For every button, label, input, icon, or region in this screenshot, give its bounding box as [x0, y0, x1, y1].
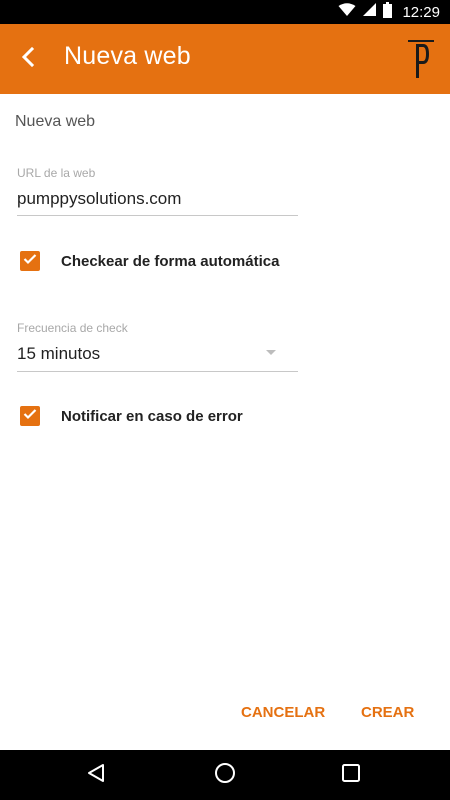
- app-title: Nueva web: [64, 42, 191, 70]
- status-icons: 12:29: [338, 0, 440, 24]
- recents-square-icon: [341, 763, 361, 788]
- battery-icon: [383, 1, 393, 23]
- nav-recents-button[interactable]: [339, 763, 363, 787]
- create-button[interactable]: CREAR: [361, 704, 414, 721]
- url-label: URL de la web: [17, 166, 96, 180]
- nav-back-button[interactable]: [84, 763, 108, 787]
- check-icon: [23, 407, 37, 425]
- nav-bar: [0, 750, 450, 800]
- nav-home-button[interactable]: [213, 762, 237, 789]
- form-content: Nueva web URL de la web pumppysolutions.…: [0, 94, 450, 750]
- url-input[interactable]: pumppysolutions.com: [17, 189, 298, 209]
- check-icon: [23, 252, 37, 270]
- auto-check-checkbox[interactable]: [20, 251, 40, 271]
- status-bar: 12:29: [0, 0, 450, 24]
- notify-label: Notificar en caso de error: [61, 407, 243, 425]
- notify-checkbox[interactable]: [20, 406, 40, 426]
- frequency-label: Frecuencia de check: [17, 321, 128, 335]
- section-title: Nueva web: [15, 113, 96, 130]
- signal-icon: [362, 2, 377, 22]
- back-button[interactable]: [8, 39, 48, 79]
- back-triangle-icon: [86, 763, 106, 788]
- notify-row[interactable]: Notificar en caso de error: [20, 405, 243, 427]
- status-time: 12:29: [402, 3, 440, 21]
- home-circle-icon: [214, 762, 236, 789]
- frequency-underline: [17, 371, 298, 372]
- url-field[interactable]: URL de la web pumppysolutions.com: [17, 166, 298, 216]
- app-logo: [408, 40, 434, 80]
- dialog-actions: CANCELAR CREAR: [0, 704, 450, 728]
- auto-check-label: Checkear de forma automática: [61, 252, 280, 270]
- frequency-field[interactable]: Frecuencia de check 15 minutos: [17, 321, 298, 372]
- app-bar: Nueva web: [0, 24, 450, 94]
- dropdown-arrow-icon: [266, 350, 276, 355]
- cancel-button[interactable]: CANCELAR: [241, 704, 325, 721]
- wifi-icon: [338, 2, 356, 22]
- url-underline: [17, 215, 298, 216]
- frequency-select[interactable]: 15 minutos: [17, 344, 298, 364]
- auto-check-row[interactable]: Checkear de forma automática: [20, 250, 279, 272]
- chevron-left-icon: [21, 46, 35, 72]
